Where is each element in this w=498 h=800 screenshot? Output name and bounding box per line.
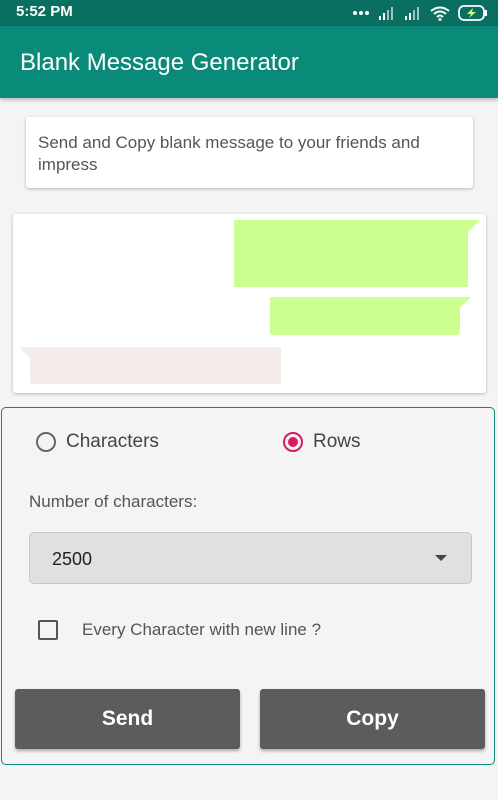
number-of-characters-label: Number of characters: [29, 492, 198, 511]
dropdown-selected-value: 2500 [52, 549, 93, 569]
status-bar: 5:52 PM [0, 0, 498, 26]
signal-icon [379, 7, 393, 20]
newline-checkbox-row[interactable]: Every Character with new line ? [38, 620, 321, 640]
radio-label: Characters [66, 431, 159, 452]
radio-checked-icon [283, 432, 303, 452]
more-dots-icon [353, 11, 369, 15]
newline-checkbox[interactable] [38, 620, 58, 640]
dropdown-arrow-icon [435, 555, 447, 561]
battery-charging-icon [458, 5, 487, 21]
description-text: Send and Copy blank message to your frie… [38, 133, 420, 174]
message-preview-card [13, 214, 486, 393]
outgoing-message-bubble [270, 297, 460, 335]
app-bar: Blank Message Generator [0, 26, 498, 98]
radio-characters[interactable]: Characters [36, 431, 159, 453]
send-button[interactable]: Send [15, 689, 240, 749]
signal-icon [405, 7, 419, 20]
incoming-message-bubble [30, 347, 281, 384]
radio-unchecked-icon [36, 432, 56, 452]
character-count-dropdown[interactable]: 2500 [29, 532, 472, 584]
status-time: 5:52 PM [16, 3, 73, 20]
options-panel: Characters Rows Number of characters: 25… [1, 407, 495, 765]
description-card: Send and Copy blank message to your frie… [26, 117, 473, 188]
app-title: Blank Message Generator [20, 49, 299, 76]
newline-checkbox-label: Every Character with new line ? [82, 620, 322, 639]
status-icons [352, 4, 488, 22]
bubble-tail-icon [468, 220, 480, 232]
wifi-icon [430, 6, 450, 21]
bubble-tail-icon [19, 347, 30, 358]
outgoing-message-bubble [234, 220, 468, 287]
bubble-tail-icon [460, 297, 471, 308]
radio-rows[interactable]: Rows [283, 431, 361, 453]
radio-label: Rows [313, 431, 361, 452]
copy-button[interactable]: Copy [260, 689, 485, 749]
